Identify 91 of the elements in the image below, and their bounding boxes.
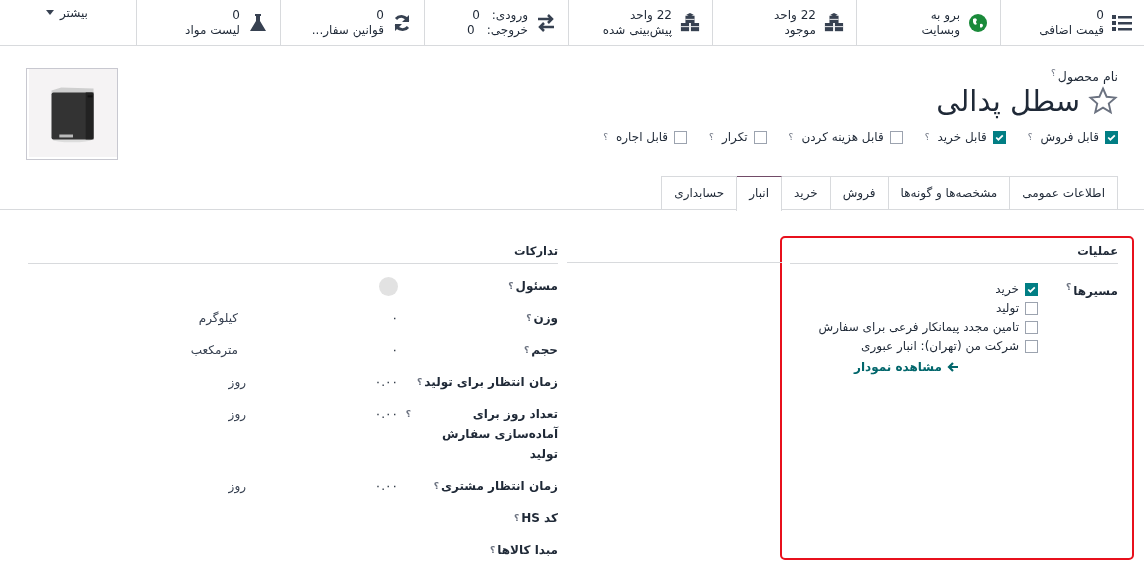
help-mark[interactable]: ؟ <box>508 276 514 296</box>
field-label: نام محصول <box>1057 69 1118 85</box>
stat-value: 22 واحد <box>629 7 672 23</box>
field-label: مسیرها <box>1073 284 1118 298</box>
checkbox[interactable] <box>1025 339 1038 353</box>
stat-value: 0 <box>375 7 384 23</box>
stat-label: خروجی: <box>486 22 528 38</box>
option-label: قابل هزینه کردن <box>801 130 884 145</box>
checkbox[interactable] <box>1105 130 1118 144</box>
checkbox[interactable] <box>753 130 767 144</box>
stat-label: موجود <box>783 22 816 38</box>
tab[interactable]: اطلاعات عمومی <box>1009 176 1118 209</box>
help-mark[interactable]: ؟ <box>788 132 794 143</box>
star-icon[interactable] <box>1088 86 1118 117</box>
cubes-icon <box>680 12 700 33</box>
checkbox[interactable] <box>1025 282 1038 296</box>
field-value[interactable]: ۰.۰۰ <box>374 404 398 424</box>
route-label: تولید <box>995 301 1019 315</box>
unit-label: روز <box>228 407 246 421</box>
more-button[interactable]: بیشتر <box>0 0 128 45</box>
route-label: تامین مجدد پیمانکار فرعی برای سفارش <box>818 320 1019 334</box>
route-label: خرید <box>995 282 1019 296</box>
help-mark[interactable]: ؟ <box>417 372 423 392</box>
transfer-icon <box>536 12 556 33</box>
help-mark[interactable]: ؟ <box>526 308 532 328</box>
stat-label: قیمت اضافی <box>1039 22 1104 38</box>
help-mark[interactable]: ؟ <box>514 508 520 528</box>
field-label: زمان انتظار برای تولید <box>424 374 558 392</box>
stat-value: 0 <box>231 7 240 23</box>
avatar-placeholder[interactable] <box>379 276 398 296</box>
option-label: قابل فروش <box>1040 130 1099 145</box>
help-mark[interactable]: ؟ <box>405 404 411 424</box>
stat-label: وبسایت <box>921 22 960 38</box>
field-label: تعداد روز برای آماده‌سازی سفارش تولید <box>440 406 558 464</box>
field-label: وزن <box>533 310 558 328</box>
stat-button[interactable]: 22 واحد موجود <box>712 0 856 45</box>
field-label: مسئول <box>515 278 558 296</box>
stat-label: ورودی: <box>491 7 528 23</box>
checkbox[interactable] <box>1025 301 1038 315</box>
stat-value: 0 <box>467 22 475 38</box>
product-name[interactable]: سطل پدالی <box>936 84 1080 119</box>
field-value[interactable]: ۰.۰۰ <box>374 476 398 496</box>
help-mark[interactable]: ؟ <box>1027 132 1033 143</box>
field-label: حجم <box>531 342 558 359</box>
checkbox[interactable] <box>674 130 688 144</box>
field-label: مبدا کالاها <box>497 542 558 559</box>
stat-value: 0 <box>472 7 480 23</box>
stat-label: پیش‌بینی شده <box>602 22 672 38</box>
refresh-icon <box>392 12 412 33</box>
list-icon <box>1112 12 1132 33</box>
unit-label: کیلوگرم <box>198 311 238 325</box>
globe-icon <box>968 12 988 33</box>
section-title: تدارکات <box>28 244 558 264</box>
tab[interactable]: حسابداری <box>661 176 738 209</box>
stat-label: لیست مواد <box>185 22 240 38</box>
stat-button[interactable]: برو به وبسایت <box>856 0 1000 45</box>
option-label: قابل خرید <box>937 130 987 145</box>
section-title: عملیات <box>790 244 1118 264</box>
arrow-icon <box>947 362 958 372</box>
caret-icon <box>46 10 54 15</box>
option-label: قابل اجاره <box>616 130 669 145</box>
field-value[interactable]: ۰.۰۰ <box>374 372 398 392</box>
stat-label: قوانین سفار... <box>311 22 384 38</box>
help-mark[interactable]: ؟ <box>1051 68 1056 78</box>
unit-label: روز <box>228 479 246 493</box>
stat-value: 22 واحد <box>774 7 816 23</box>
checkbox[interactable] <box>1025 320 1038 334</box>
help-mark[interactable]: ؟ <box>1065 282 1072 292</box>
help-mark[interactable]: ؟ <box>709 132 714 143</box>
cubes-icon <box>824 12 844 33</box>
flask-icon <box>248 12 268 33</box>
help-mark[interactable]: ؟ <box>489 540 496 560</box>
checkbox[interactable] <box>992 130 1006 144</box>
stat-button[interactable]: 22 واحد پیش‌بینی شده <box>568 0 712 45</box>
unit-label: مترمکعب <box>190 343 238 357</box>
help-mark[interactable]: ؟ <box>524 340 530 360</box>
field-label: زمان انتظار مشتری <box>440 478 558 495</box>
tab[interactable]: انبار <box>736 176 782 211</box>
view-diagram-link[interactable]: مشاهده نمودار <box>854 360 958 374</box>
field-value[interactable]: ۰ <box>391 340 398 360</box>
help-mark[interactable]: ؟ <box>603 132 608 143</box>
field-value[interactable]: ۰ <box>391 308 398 328</box>
field-label: کد HS <box>521 510 558 527</box>
help-mark[interactable]: ؟ <box>924 132 930 143</box>
stat-value: برو به <box>929 7 960 23</box>
route-label: شرکت من (تهران): انبار عبوری <box>861 339 1019 353</box>
stat-value: 0 <box>1095 7 1104 23</box>
help-mark[interactable]: ؟ <box>433 476 439 496</box>
checkbox[interactable] <box>889 130 903 144</box>
option-label: تکرار <box>721 130 748 145</box>
unit-label: روز <box>228 375 246 389</box>
